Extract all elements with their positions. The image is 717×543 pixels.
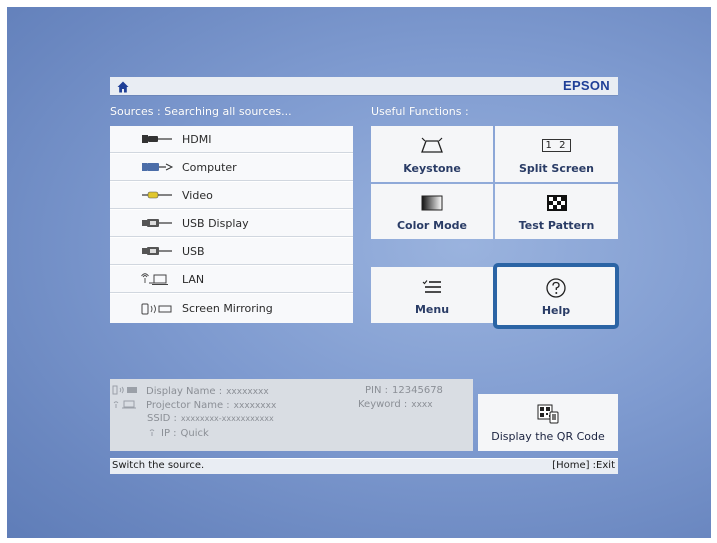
screen-mirroring-icon [140, 302, 174, 316]
lan-small-icon [112, 399, 142, 412]
split-screen-button[interactable]: 1 2 Split Screen [495, 126, 618, 182]
exit-hint: [Home] :Exit [552, 460, 615, 471]
source-item-usb-display[interactable]: USB Display [110, 210, 353, 237]
display-qr-code-button[interactable]: Display the QR Code [478, 394, 618, 451]
status-bar: Switch the source. [Home] :Exit [110, 458, 618, 474]
screen-mirroring-small-icon [112, 385, 142, 398]
split-screen-label: Split Screen [518, 161, 595, 175]
help-button[interactable]: Help [493, 263, 619, 329]
source-label: USB [182, 244, 205, 258]
source-label: Video [182, 188, 213, 202]
display-qr-code-label: Display the QR Code [491, 430, 605, 443]
status-hint: Switch the source. [112, 460, 205, 471]
test-pattern-label: Test Pattern [518, 219, 595, 232]
projector-screen: EPSON Sources : Searching all sources...… [7, 7, 711, 538]
ssid-value: xxxxxxxx-xxxxxxxxxxx [180, 414, 274, 423]
color-mode-label: Color Mode [396, 219, 468, 232]
source-item-usb[interactable]: USB [110, 238, 353, 265]
wifi-small-icon [147, 427, 157, 440]
usb-icon [140, 244, 174, 258]
color-mode-button[interactable]: Color Mode [371, 184, 493, 239]
menu-label: Menu [414, 302, 450, 316]
keyword-row: Keyword : xxxx [358, 399, 437, 410]
network-info-panel: Display Name : xxxxxxxx Projector Name :… [110, 379, 473, 451]
source-item-computer[interactable]: Computer [110, 154, 353, 181]
ip-row: IP : Quick [147, 427, 213, 440]
functions-heading: Useful Functions : [371, 105, 469, 118]
keyword-value: xxxx [411, 399, 433, 410]
projector-name-value: xxxxxxxx [233, 400, 277, 411]
source-label: USB Display [182, 216, 249, 230]
ip-value: Quick [180, 428, 209, 439]
keystone-icon [419, 134, 445, 158]
source-label: LAN [182, 272, 205, 286]
source-label: Screen Mirroring [182, 302, 273, 315]
display-name-label: Display Name : [146, 386, 223, 397]
hdmi-icon [140, 132, 174, 146]
qr-code-icon [537, 402, 559, 426]
projector-name-row: Projector Name : xxxxxxxx [112, 399, 280, 412]
split-screen-icon: 1 2 [541, 134, 572, 158]
ssid-label: SSID : [147, 413, 177, 424]
pin-value: 12345678 [392, 385, 443, 396]
home-icon[interactable] [116, 79, 130, 93]
sources-list: HDMI Computer Video USB Display USB LAN … [110, 126, 353, 323]
usb-display-icon [140, 216, 174, 230]
source-label: Computer [182, 160, 237, 174]
source-item-hdmi[interactable]: HDMI [110, 126, 353, 153]
source-item-video[interactable]: Video [110, 182, 353, 209]
help-icon [545, 276, 567, 300]
projector-name-label: Projector Name : [146, 400, 230, 411]
display-name-value: xxxxxxxx [226, 386, 269, 397]
computer-port-icon [140, 160, 174, 174]
test-pattern-icon [546, 191, 567, 215]
color-mode-icon [421, 191, 443, 215]
source-item-lan[interactable]: LAN [110, 266, 353, 293]
menu-list-icon [422, 275, 442, 299]
pin-label: PIN : [365, 385, 389, 396]
sources-heading: Sources : Searching all sources... [110, 105, 292, 118]
display-name-row: Display Name : xxxxxxxx [112, 385, 273, 398]
help-label: Help [541, 303, 571, 317]
split-screen-icon-text: 1 2 [541, 139, 572, 152]
video-port-icon [140, 188, 174, 202]
source-item-screen-mirroring[interactable]: Screen Mirroring [110, 294, 353, 323]
keyword-label: Keyword : [358, 399, 408, 410]
top-bar: EPSON [110, 77, 618, 95]
brand-logo: EPSON [562, 78, 610, 93]
menu-button[interactable]: Menu [371, 267, 493, 323]
ip-label: IP : [161, 428, 177, 439]
keystone-button[interactable]: Keystone [371, 126, 493, 182]
pin-row: PIN : 12345678 [365, 385, 447, 396]
source-label: HDMI [182, 132, 212, 146]
test-pattern-button[interactable]: Test Pattern [495, 184, 618, 239]
keystone-label: Keystone [403, 161, 461, 175]
lan-icon [140, 272, 174, 286]
ssid-row: SSID : xxxxxxxx-xxxxxxxxxxx [147, 413, 278, 424]
